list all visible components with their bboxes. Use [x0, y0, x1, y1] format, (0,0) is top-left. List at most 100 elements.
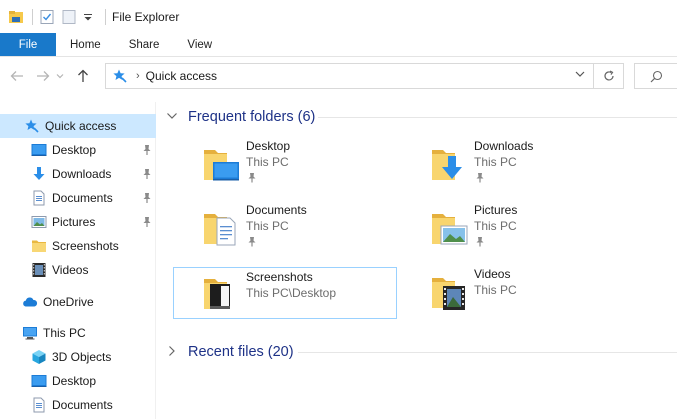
up-arrow-icon[interactable]	[72, 65, 94, 87]
pin-icon	[247, 172, 257, 183]
star-pin-icon	[24, 118, 40, 134]
sidebar-item-label: Screenshots	[52, 239, 119, 253]
pin-icon[interactable]	[142, 192, 152, 204]
film-icon	[31, 262, 47, 278]
screenshots-folder-icon	[201, 273, 241, 313]
sidebar-item-label: Pictures	[52, 215, 96, 229]
sidebar-item-documents[interactable]: Documents	[0, 186, 156, 210]
desktop-icon	[31, 142, 47, 158]
folder-path: This PC\Desktop	[246, 286, 337, 300]
back-arrow-icon[interactable]	[6, 65, 28, 87]
refresh-button[interactable]	[594, 63, 624, 89]
title-bar: File Explorer	[0, 0, 677, 33]
sidebar-item-onedrive[interactable]: OneDrive	[0, 290, 156, 314]
folder-icon	[31, 238, 47, 254]
address-dropdown-icon[interactable]	[575, 69, 585, 82]
folder-path: This PC	[246, 155, 289, 169]
desktop-icon	[31, 373, 47, 389]
recent-locations-chevron-icon[interactable]	[54, 65, 66, 87]
videos-folder-icon	[429, 272, 469, 312]
document-icon	[31, 397, 47, 413]
pictures-folder-icon	[429, 208, 469, 248]
downloads-folder-icon	[429, 144, 469, 184]
forward-arrow-icon[interactable]	[32, 65, 54, 87]
search-icon	[650, 70, 662, 82]
folder-path: This PC	[246, 219, 289, 233]
sidebar-item-this-pc[interactable]: This PC	[0, 321, 156, 345]
sidebar-item-desktop-pc[interactable]: Desktop	[0, 369, 156, 393]
tab-file[interactable]: File	[0, 33, 56, 56]
pin-icon[interactable]	[142, 216, 152, 228]
sidebar-item-label: Desktop	[52, 143, 97, 157]
toolbar-separator	[32, 8, 33, 25]
sidebar-item-screenshots[interactable]: Screenshots	[0, 234, 156, 258]
sidebar-item-documents-pc[interactable]: Documents	[0, 393, 156, 417]
sidebar-item-downloads[interactable]: Downloads	[0, 162, 156, 186]
tab-view[interactable]: View	[173, 33, 226, 56]
sidebar-item-videos[interactable]: Videos	[0, 258, 156, 282]
sidebar-item-label: This PC	[43, 326, 86, 340]
folder-name: Videos	[474, 267, 511, 281]
window-title: File Explorer	[112, 9, 180, 24]
sidebar-item-label: Downloads	[52, 167, 112, 181]
sidebar-item-desktop[interactable]: Desktop	[0, 138, 156, 162]
computer-icon	[22, 325, 38, 341]
folder-tile-pictures[interactable]: Pictures This PC	[401, 200, 625, 252]
sidebar-item-label: Quick access	[45, 119, 117, 133]
refresh-icon	[603, 70, 614, 81]
ribbon-tabs: File Home Share View	[0, 33, 677, 57]
address-bar[interactable]: › Quick access	[105, 63, 594, 89]
pin-icon	[247, 236, 257, 247]
folder-tile-desktop[interactable]: Desktop This PC	[173, 136, 397, 188]
cube-icon	[31, 349, 47, 365]
desktop-folder-icon	[201, 144, 241, 184]
chevron-down-icon[interactable]	[166, 111, 178, 124]
content-pane: Frequent folders (6) Desktop This PC Dow…	[158, 102, 677, 419]
navigation-bar: › Quick access	[0, 57, 677, 95]
sidebar-item-pictures[interactable]: Pictures	[0, 210, 156, 234]
pin-icon	[475, 236, 485, 247]
folder-path: This PC	[474, 219, 517, 233]
folder-name: Screenshots	[246, 270, 313, 284]
properties-icon[interactable]	[39, 9, 55, 25]
sidebar-item-3d-objects[interactable]: 3D Objects	[0, 345, 156, 369]
frequent-folders-header[interactable]: Frequent folders (6)	[166, 105, 315, 129]
recent-files-header[interactable]: Recent files (20)	[166, 340, 294, 364]
pin-icon[interactable]	[142, 168, 152, 180]
search-box[interactable]	[634, 63, 677, 89]
folder-name: Downloads	[474, 139, 534, 153]
title-separator	[105, 8, 106, 25]
pin-icon[interactable]	[142, 144, 152, 156]
folder-path: This PC	[474, 283, 517, 297]
document-icon	[31, 190, 47, 206]
folder-tile-documents[interactable]: Documents This PC	[173, 200, 397, 252]
sidebar-item-label: Desktop	[52, 374, 97, 388]
explorer-folder-icon[interactable]	[8, 9, 24, 25]
tab-share[interactable]: Share	[115, 33, 174, 56]
cloud-icon	[22, 294, 38, 310]
navigation-pane: Quick access Desktop Downloads Documents	[0, 102, 156, 419]
pin-icon	[475, 172, 485, 183]
new-folder-icon[interactable]	[61, 9, 77, 25]
quick-access-star-icon	[112, 68, 128, 84]
sidebar-item-quick-access[interactable]: Quick access	[0, 114, 156, 138]
sidebar-item-label: OneDrive	[43, 295, 94, 309]
folder-tile-screenshots[interactable]: Screenshots This PC\Desktop	[173, 267, 397, 319]
tab-home[interactable]: Home	[56, 33, 115, 56]
group-divider	[298, 352, 677, 353]
customize-toolbar-dropdown-icon[interactable]	[83, 9, 93, 25]
group-divider	[318, 117, 677, 118]
folder-tile-downloads[interactable]: Downloads This PC	[401, 136, 625, 188]
breadcrumb-location[interactable]: Quick access	[146, 69, 217, 83]
sidebar-item-label: 3D Objects	[52, 350, 112, 364]
documents-folder-icon	[201, 208, 241, 248]
group-title: Recent files (20)	[188, 344, 294, 360]
folder-path: This PC	[474, 155, 517, 169]
group-title: Frequent folders (6)	[188, 109, 316, 125]
sidebar-item-label: Documents	[52, 398, 113, 412]
folder-tile-videos[interactable]: Videos This PC	[401, 264, 625, 316]
breadcrumb-chevron-icon[interactable]: ›	[136, 70, 140, 82]
folder-name: Documents	[246, 203, 307, 217]
chevron-right-icon[interactable]	[166, 345, 178, 359]
pictures-icon	[31, 214, 47, 230]
